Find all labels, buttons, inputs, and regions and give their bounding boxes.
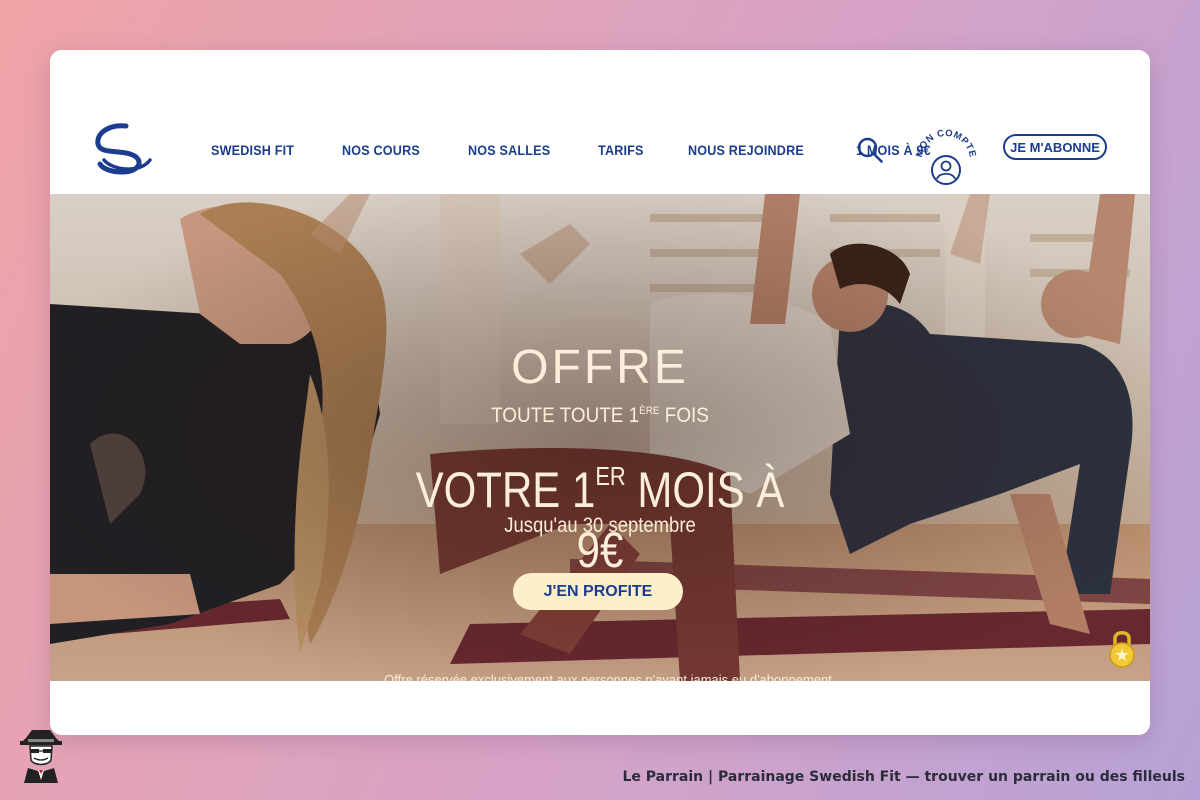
- offer-title: OFFRE: [511, 341, 689, 394]
- browser-window: SWEDISH FIT NOS COURS NOS SALLES TARIFS …: [50, 50, 1150, 735]
- account-icon: MON COMPTE: [914, 128, 978, 185]
- site-header: SWEDISH FIT NOS COURS NOS SALLES TARIFS …: [50, 50, 1150, 194]
- menu-nos-salles[interactable]: NOS SALLES: [468, 142, 550, 158]
- account-label: MON COMPTE: [914, 128, 977, 159]
- offer-subtitle: TOUTE TOUTE 1ÈRE FOIS: [491, 404, 709, 427]
- offer-headline: VOTRE 1ER MOIS À 9€: [415, 461, 785, 578]
- swedish-fit-logo-icon[interactable]: [92, 120, 156, 178]
- menu-tarifs[interactable]: TARIFS: [598, 142, 644, 158]
- offer-dates: Jusqu'au 30 septembre: [504, 514, 696, 537]
- account-button[interactable]: MON COMPTE: [914, 126, 978, 186]
- lock-icon[interactable]: [1106, 628, 1138, 668]
- svg-text:MON COMPTE: MON COMPTE: [914, 128, 978, 159]
- parrain-mascot-icon: [20, 730, 62, 783]
- search-icon[interactable]: [856, 136, 884, 164]
- page-caption: Le Parrain | Parrainage Swedish Fit — tr…: [622, 769, 1185, 785]
- menu-nous-rejoindre[interactable]: NOUS REJOINDRE: [688, 142, 804, 158]
- page-bottom-strip: [50, 681, 1150, 735]
- hero-offer: OFFRE TOUTE TOUTE 1ÈRE FOIS VOTRE 1ER MO…: [50, 194, 1150, 681]
- menu-nos-cours[interactable]: NOS COURS: [342, 142, 420, 158]
- subscribe-button[interactable]: JE M'ABONNE: [1003, 134, 1107, 160]
- menu-swedish-fit[interactable]: SWEDISH FIT: [211, 142, 294, 158]
- hero-banner: OFFRE TOUTE TOUTE 1ÈRE FOIS VOTRE 1ER MO…: [50, 194, 1150, 681]
- offer-fine-print: Offre réservée exclusivement aux personn…: [384, 672, 832, 681]
- offer-cta-button[interactable]: J'EN PROFITE: [513, 573, 683, 610]
